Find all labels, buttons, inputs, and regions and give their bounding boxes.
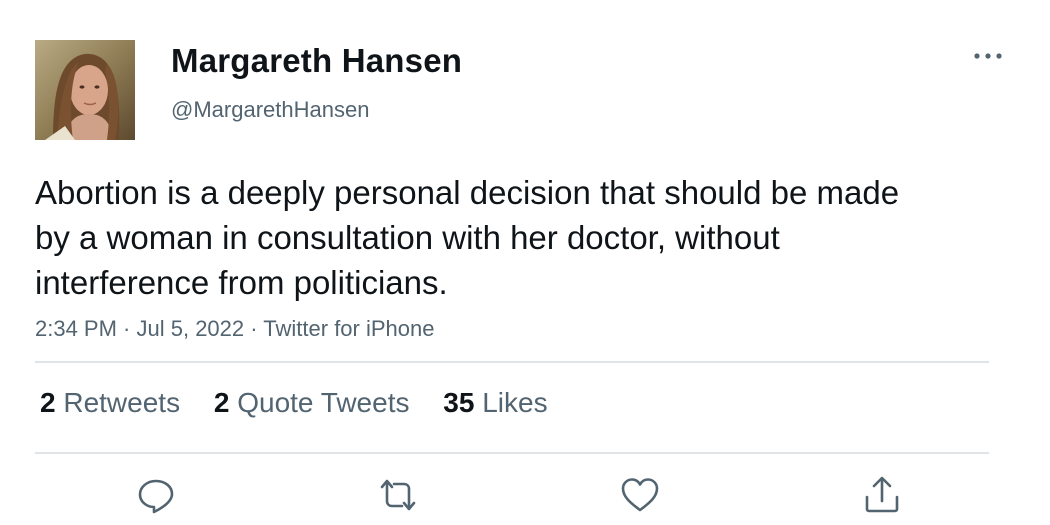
retweet-icon[interactable] (378, 475, 418, 515)
share-icon[interactable] (862, 475, 902, 515)
retweets-label: Retweets (63, 387, 181, 418)
meta-separator: · (244, 316, 264, 341)
reply-icon[interactable] (136, 475, 176, 515)
heart-icon[interactable] (620, 475, 660, 515)
quote-tweets-label: Quote Tweets (237, 387, 410, 418)
likes-stat[interactable]: 35 Likes (443, 387, 547, 419)
tweet-card: Margareth Hansen @MargarethHansen Aborti… (0, 0, 1050, 525)
quote-tweets-count: 2 (213, 387, 230, 418)
retweets-stat[interactable]: 2 Retweets (40, 387, 180, 419)
divider (35, 361, 989, 363)
likes-label: Likes (482, 387, 548, 418)
retweets-count: 2 (40, 387, 56, 418)
quote-tweets-stat[interactable]: 2 Quote Tweets (214, 387, 410, 419)
avatar[interactable] (35, 40, 135, 140)
avatar-image (35, 40, 135, 140)
tweet-text: Abortion is a deeply personal decision t… (35, 174, 900, 301)
tweet-stats: 2 Retweets 2 Quote Tweets 35 Likes (40, 387, 574, 419)
tweet-source[interactable]: Twitter for iPhone (263, 316, 434, 341)
user-handle[interactable]: @MargarethHansen (171, 97, 369, 123)
divider (35, 452, 989, 454)
meta-separator: · (116, 316, 137, 341)
likes-count: 35 (443, 387, 475, 418)
more-horizontal-icon[interactable] (972, 48, 1004, 64)
tweet-date[interactable]: Jul 5, 2022 (137, 316, 245, 341)
tweet-meta: 2:34 PM · Jul 5, 2022 · Twitter for iPho… (35, 316, 434, 342)
display-name[interactable]: Margareth Hansen (171, 42, 462, 80)
tweet-time[interactable]: 2:34 PM (35, 316, 117, 341)
